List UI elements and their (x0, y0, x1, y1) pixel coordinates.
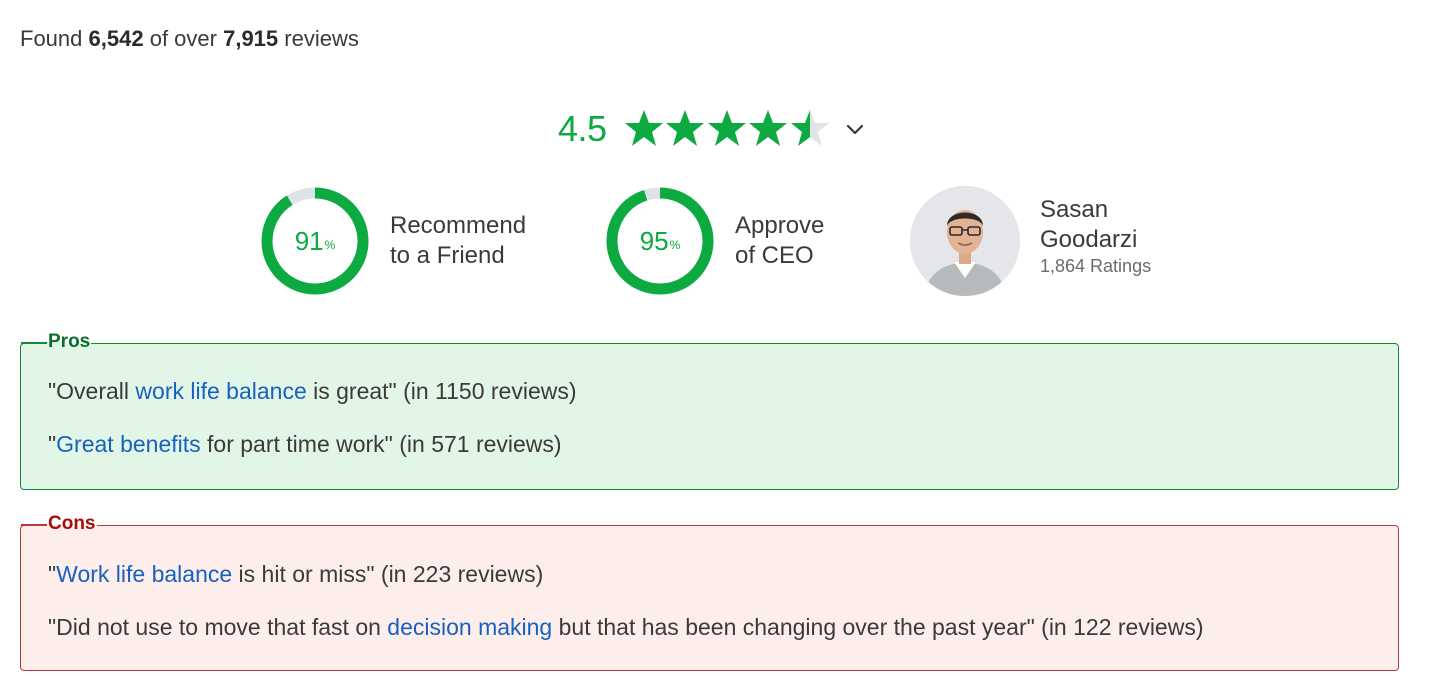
ceo-last-name[interactable]: Goodarzi (1040, 225, 1151, 255)
quote-text: " (48, 561, 57, 587)
summary-prefix: Found (20, 26, 83, 51)
pros-box: Pros "Overall work life balance is great… (20, 332, 1399, 490)
cons-quote: "Work life balance is hit or miss" (in 2… (48, 561, 543, 588)
pros-quote: "Overall work life balance is great" (in… (48, 378, 577, 405)
pros-heading: Pros (20, 331, 92, 352)
star-full-icon (666, 110, 705, 146)
quote-text: is great" (in 1150 reviews) (306, 378, 577, 404)
star-full-icon (707, 110, 746, 146)
quote-text: " (48, 431, 57, 457)
ceo-approval-donut: 95% (605, 186, 715, 296)
quote-text: "Did not use to move that fast on (48, 614, 388, 640)
overall-rating: 4.5 (558, 108, 866, 150)
quote-text: "Overall (48, 378, 136, 404)
avatar[interactable] (910, 186, 1020, 296)
total-count: 7,915 (223, 26, 279, 51)
review-count-summary: Found 6,542 of over 7,915 reviews (20, 26, 359, 52)
cons-quote: "Did not use to move that fast on decisi… (48, 614, 1204, 641)
recommend-donut: 91% (260, 186, 370, 296)
ceo-approval-label-line1: Approve (735, 212, 825, 239)
cons-box: Cons "Work life balance is hit or miss" … (20, 514, 1399, 671)
quote-text: is hit or miss" (in 223 reviews) (232, 561, 544, 587)
percent-sign: % (324, 238, 336, 252)
recommend-percent: 91 (294, 225, 324, 256)
percent-sign: % (669, 238, 681, 252)
quote-text: but that has been changing over the past… (552, 614, 1204, 640)
star-half-icon (790, 110, 829, 146)
found-count: 6,542 (88, 26, 144, 51)
pros-quote: "Great benefits for part time work" (in … (48, 431, 562, 458)
recommend-label-line2: to a Friend (390, 242, 505, 269)
star-full-icon (749, 110, 788, 146)
topic-link[interactable]: Great benefits (56, 431, 200, 457)
ceo-ratings-count: 1,864 Ratings (1040, 256, 1152, 276)
ceo-approval-label-line2: of CEO (735, 242, 814, 269)
ceo-card: Sasan Goodarzi 1,864 Ratings (910, 186, 1151, 296)
summary-middle: of over (149, 26, 217, 51)
cons-heading: Cons (21, 513, 97, 534)
quote-text: for part time work" (in 571 reviews) (200, 431, 562, 457)
topic-link[interactable]: decision making (387, 614, 552, 640)
ceo-approval-percent: 95 (639, 225, 669, 256)
rating-value: 4.5 (558, 108, 607, 149)
summary-suffix: reviews (284, 26, 359, 51)
ceo-first-name[interactable]: Sasan (1040, 195, 1151, 225)
approve-of-ceo: 95% Approve of CEO (605, 186, 824, 296)
recommend-to-friend: 91% Recommend to a Friend (260, 186, 526, 296)
chevron-down-icon[interactable] (844, 118, 866, 140)
topic-link[interactable]: work life balance (135, 378, 306, 404)
star-rating (623, 108, 831, 150)
recommend-label-line1: Recommend (390, 212, 527, 239)
topic-link[interactable]: Work life balance (56, 561, 232, 587)
star-full-icon (624, 110, 663, 146)
